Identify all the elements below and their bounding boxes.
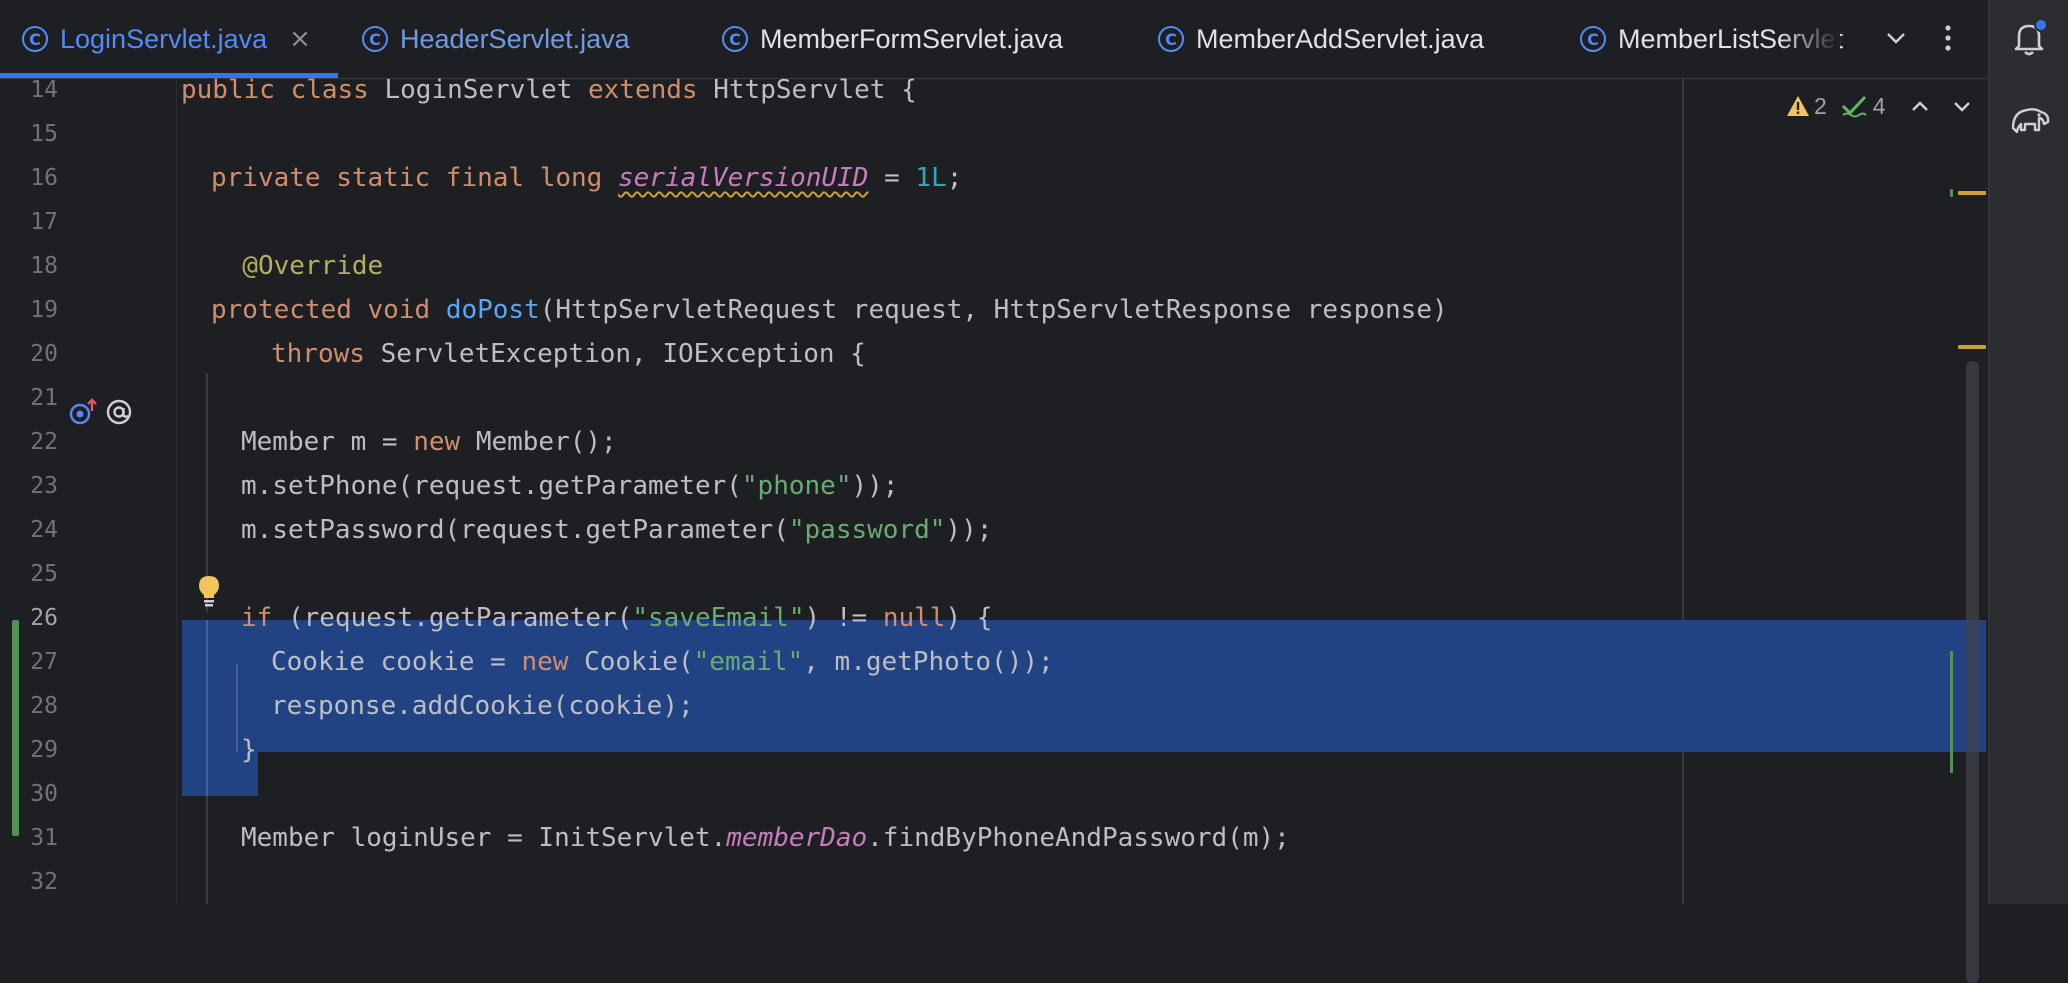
code-text: Member loginUser = InitServlet.memberDao… bbox=[241, 823, 1290, 853]
line-number: 16 bbox=[30, 165, 58, 191]
line-number: 25 bbox=[30, 561, 58, 587]
code-editor[interactable]: 14 public class LoginServlet extends Htt… bbox=[0, 75, 1988, 983]
code-line-31: 31 Member loginUser = InitServlet.member… bbox=[0, 816, 1988, 860]
code-line-20: 20 throws ServletException, IOException … bbox=[0, 332, 1988, 376]
tab-label: HeaderServlet.java bbox=[400, 23, 630, 54]
code-line-19: 19 protected void doPost(HttpServletRequ… bbox=[0, 288, 1988, 332]
tab-overflow-fade bbox=[1780, 0, 1840, 78]
code-text: Cookie cookie = new Cookie("email", m.ge… bbox=[271, 647, 1054, 677]
code-text: } bbox=[241, 735, 257, 765]
tab-header-servlet[interactable]: C HeaderServlet.java bbox=[362, 0, 630, 78]
chevron-down-icon[interactable] bbox=[1876, 18, 1916, 58]
line-number: 23 bbox=[30, 473, 58, 499]
code-text: public class LoginServlet extends HttpSe… bbox=[181, 75, 917, 105]
line-number: 26 bbox=[30, 605, 58, 631]
right-tool-strip bbox=[1988, 0, 2068, 904]
elephant-icon[interactable] bbox=[2009, 98, 2050, 138]
line-number: 15 bbox=[30, 121, 58, 147]
code-line-23: 23 m.setPhone(request.getParameter("phon… bbox=[0, 464, 1988, 508]
code-text: throws ServletException, IOException { bbox=[271, 339, 866, 369]
line-number: 28 bbox=[30, 693, 58, 719]
code-line-27: 27 Cookie cookie = new Cookie("email", m… bbox=[0, 640, 1988, 684]
class-icon: C bbox=[362, 26, 388, 52]
tab-member-add-servlet[interactable]: C MemberAddServlet.java bbox=[1158, 0, 1484, 78]
warning-icon bbox=[1787, 96, 1809, 116]
inspection-widget[interactable]: 2 4 bbox=[1786, 88, 1886, 124]
code-line-26: 26 if (request.getParameter("saveEmail")… bbox=[0, 596, 1988, 640]
code-line-32: 32 bbox=[0, 860, 1988, 904]
next-highlight-icon[interactable] bbox=[1946, 90, 1978, 122]
line-number: 30 bbox=[30, 781, 58, 807]
code-line-21: 21 bbox=[0, 376, 1988, 420]
line-number: 29 bbox=[30, 737, 58, 763]
line-number: 24 bbox=[30, 517, 58, 543]
class-icon: C bbox=[722, 26, 748, 52]
line-number: 21 bbox=[30, 385, 58, 411]
code-text: Member m = new Member(); bbox=[241, 427, 617, 457]
code-text: m.setPassword(request.getParameter("pass… bbox=[241, 515, 993, 545]
bell-icon[interactable] bbox=[2009, 18, 2049, 58]
code-line-28: 28 response.addCookie(cookie); bbox=[0, 684, 1988, 728]
code-line-25: 25 bbox=[0, 552, 1988, 596]
code-line-24: 24 m.setPassword(request.getParameter("p… bbox=[0, 508, 1988, 552]
code-line-29: 29 } bbox=[0, 728, 1988, 772]
line-number: 17 bbox=[30, 209, 58, 235]
change-marker[interactable] bbox=[1950, 651, 1953, 773]
more-vertical-icon[interactable] bbox=[1928, 18, 1968, 58]
code-line-17: 17 bbox=[0, 200, 1988, 244]
code-text: @Override bbox=[211, 251, 384, 281]
tab-label: MemberFormServlet.java bbox=[760, 23, 1064, 54]
line-number: 18 bbox=[30, 253, 58, 279]
code-text: if (request.getParameter("saveEmail") !=… bbox=[241, 603, 993, 633]
warning-marker[interactable] bbox=[1958, 345, 1986, 349]
line-number: 22 bbox=[30, 429, 58, 455]
code-line-15: 15 bbox=[0, 112, 1988, 156]
previous-highlight-icon[interactable] bbox=[1904, 90, 1936, 122]
line-number: 31 bbox=[30, 825, 58, 851]
code-line-18: 18 @Override bbox=[0, 244, 1988, 288]
code-text: response.addCookie(cookie); bbox=[271, 691, 694, 721]
tab-login-servlet[interactable]: C LoginServlet.java × bbox=[22, 0, 311, 78]
weak-warning-count: 4 bbox=[1872, 92, 1886, 119]
warning-marker[interactable] bbox=[1958, 191, 1986, 195]
change-marker[interactable] bbox=[1950, 189, 1953, 197]
line-number: 20 bbox=[30, 341, 58, 367]
code-line-22: 22 Member m = new Member(); bbox=[0, 420, 1988, 464]
class-icon: C bbox=[1158, 26, 1184, 52]
line-number: 32 bbox=[30, 869, 58, 895]
line-number: 19 bbox=[30, 297, 58, 323]
vertical-scrollbar[interactable] bbox=[1966, 361, 1979, 983]
code-text: private static final long serialVersionU… bbox=[211, 163, 963, 193]
code-line-16: 16 private static final long serialVersi… bbox=[0, 156, 1988, 200]
tab-label: LoginServlet.java bbox=[60, 23, 268, 54]
code-line-14: 14 public class LoginServlet extends Htt… bbox=[0, 68, 1988, 112]
code-text: protected void doPost(HttpServletRequest… bbox=[211, 295, 1448, 325]
close-icon[interactable]: × bbox=[289, 24, 311, 54]
tab-member-form-servlet[interactable]: C MemberFormServlet.java bbox=[722, 0, 1063, 78]
weak-warning-check-icon bbox=[1841, 95, 1867, 118]
warning-count: 2 bbox=[1814, 92, 1827, 119]
line-number: 27 bbox=[30, 649, 58, 675]
class-icon: C bbox=[22, 26, 48, 52]
class-icon: C bbox=[1580, 26, 1606, 52]
line-number: 14 bbox=[30, 77, 58, 103]
code-line-30: 30 bbox=[0, 772, 1988, 816]
code-text: m.setPhone(request.getParameter("phone")… bbox=[241, 471, 899, 501]
tab-label: MemberAddServlet.java bbox=[1196, 23, 1485, 54]
